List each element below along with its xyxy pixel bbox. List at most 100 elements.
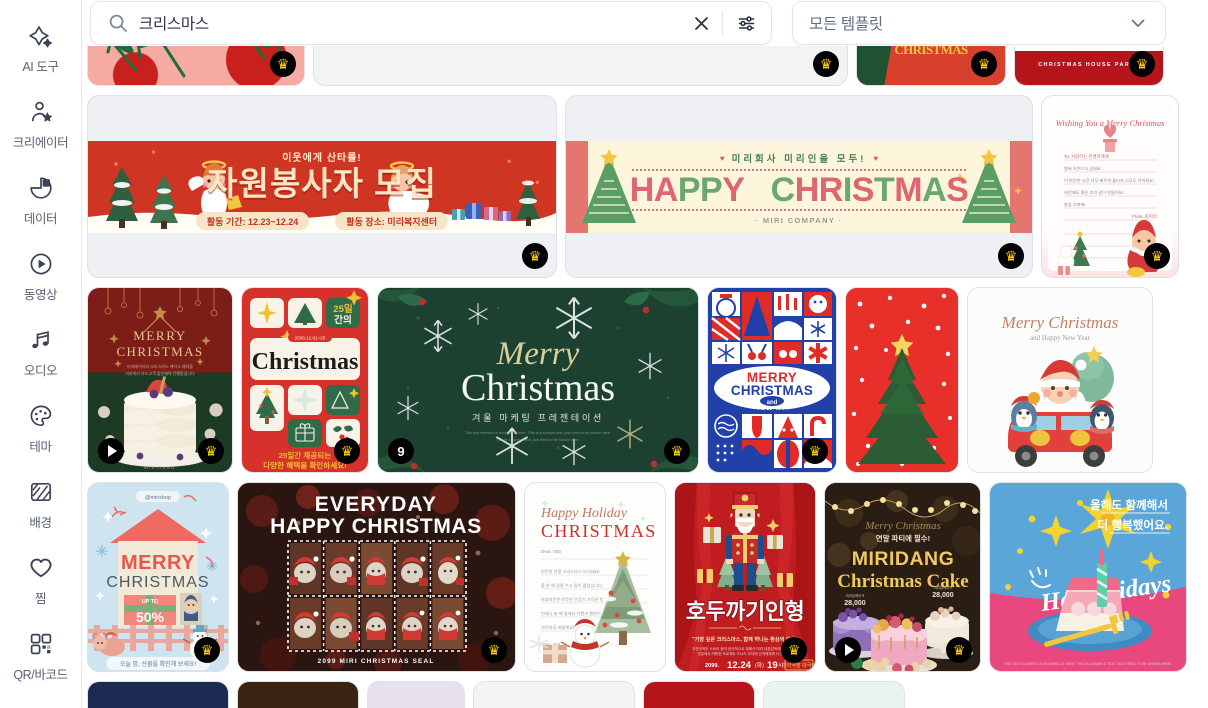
- premium-crown-badge: ♛: [813, 51, 839, 77]
- row-cards-main: MERRY CHRISTMAS 미리베이커리 크리스마스 케이크 예약을 미리미…: [88, 288, 1182, 472]
- card-happy-holidays-cake[interactable]: 올해도 함께해서 더 행복했어요. Happy Holi: [990, 483, 1186, 671]
- search-box[interactable]: [90, 1, 772, 45]
- card-geometric-blue-red[interactable]: MERRY CHRISTMAS and HAPPY NEW YEAR ♛: [708, 288, 836, 472]
- sliders-filter-icon[interactable]: [733, 10, 759, 36]
- crown-icon: ♛: [787, 642, 801, 658]
- premium-crown-badge: ♛: [522, 243, 548, 269]
- svg-text:UP TO: UP TO: [142, 599, 158, 605]
- svg-text:연말에서 따뜻한 프로젝트 드나드 무대에 관객해에게 다가: 연말에서 따뜻한 프로젝트 드나드 무대에 관객해에게 다가갑니다: [697, 651, 793, 656]
- premium-crown-badge: ♛: [194, 637, 220, 663]
- sidebar-item-label: 오디오: [23, 364, 58, 378]
- card-everyday-happy-christmas[interactable]: EVERYDAY HAPPY CHRISTMAS 2099 MIRI CHRIS…: [238, 483, 515, 671]
- svg-text:2099 MIRI CHRISTMAS SEAL: 2099 MIRI CHRISTMAS SEAL: [318, 658, 435, 665]
- card-pink-floral-partial[interactable]: ♛: [88, 46, 304, 85]
- card-peek-6[interactable]: [764, 682, 904, 708]
- card-eyebrow: 미리회사 미리인을 모두!: [731, 154, 867, 165]
- premium-crown-badge: ♛: [971, 51, 997, 77]
- card-house-party-partial[interactable]: 따뜻한 겨울밤 CHRISTMAS HOUSE PARTY ♛: [1015, 46, 1163, 85]
- crown-icon: ♛: [977, 56, 991, 72]
- svg-text:28,000: 28,000: [844, 600, 866, 607]
- svg-text:50%: 50%: [136, 609, 165, 625]
- svg-text:@mirishop: @mirishop: [145, 495, 171, 501]
- premium-crown-badge: ♛: [1144, 243, 1170, 269]
- sidebar-item-video[interactable]: 동영상: [2, 244, 80, 307]
- card-peek-1[interactable]: [88, 682, 228, 708]
- page-count-badge: 9: [388, 438, 414, 464]
- svg-text:Merry Christmas: Merry Christmas: [864, 520, 940, 532]
- card-nutcracker[interactable]: 호두까기인형 "가장 깊은 크리스마스, 함께 하나는 환상의 무대" 고전극적…: [675, 483, 815, 671]
- sidebar-item-creator[interactable]: 크리에이터: [2, 92, 80, 155]
- svg-text:From. 김미리: From. 김미리: [1132, 213, 1157, 220]
- svg-text:2099.: 2099.: [705, 663, 719, 669]
- crown-icon: ♛: [1135, 56, 1149, 72]
- sidebar-item-qr-barcode[interactable]: QR/바코드: [2, 624, 80, 687]
- svg-text:미리극장 대극장: 미리극장 대극장: [782, 662, 815, 669]
- video-play-icon: [26, 249, 56, 279]
- crown-icon: ♛: [1150, 248, 1164, 264]
- svg-text:HAPPY CHRISTMAS: HAPPY CHRISTMAS: [270, 515, 482, 538]
- crown-icon: ♛: [340, 443, 354, 459]
- svg-text:미리당케이크: 미리당케이크: [846, 593, 865, 598]
- svg-text:이 따뜻한 시간 너무 빠르게 흘러가 너무도 아쉬워요.: 이 따뜻한 시간 너무 빠르게 흘러가 너무도 아쉬워요.: [1064, 177, 1154, 184]
- card-red-tree[interactable]: [846, 288, 958, 472]
- card-happy-holiday-letter[interactable]: Happy Holiday CHRISTMAS Dear. 000 따뜻한 연말…: [525, 483, 665, 671]
- play-icon: [844, 644, 854, 656]
- card-we-wish-you-partial[interactable]: WE WISH YOU A MERRY CHRISTMAS ♛: [857, 46, 1005, 85]
- sidebar-item-background[interactable]: 배경: [2, 472, 80, 535]
- sidebar-item-ai-tools[interactable]: AI 도구: [2, 16, 80, 79]
- card-volunteer-banner[interactable]: 이웃에게 산타를! 자원봉사자 모집 활동 기간: 12.23~12.24 활동…: [88, 96, 556, 277]
- card-santa-car[interactable]: Merry Christmas and Happy New Year: [968, 288, 1152, 472]
- sidebar-item-data[interactable]: 데이터: [2, 168, 80, 231]
- main-content: 모든 템플릿: [82, 0, 1208, 708]
- svg-text:CHRISTMAS: CHRISTMAS: [541, 521, 657, 541]
- app-root: AI 도구 크리에이터 데이터 동영상 오디오 테마 배경 찜 QR/바코드 크…: [0, 0, 1208, 708]
- svg-text:CHRISTMAS: CHRISTMAS: [116, 344, 203, 359]
- close-icon[interactable]: [688, 10, 714, 36]
- premium-crown-badge: ♛: [998, 243, 1024, 269]
- card-peek-5[interactable]: [644, 682, 754, 708]
- card-peek-2[interactable]: [238, 682, 358, 708]
- card-merry-christmas-green[interactable]: Merry Christmas 겨울 마케팅 프레젠테이션 This text …: [378, 288, 698, 472]
- search-input[interactable]: [129, 14, 688, 32]
- sidebar-item-theme[interactable]: 테마: [2, 396, 80, 459]
- svg-text:항상 고마워!: 항상 고마워!: [1064, 201, 1086, 208]
- card-peek-4[interactable]: [474, 682, 634, 708]
- svg-text:간의: 간의: [334, 314, 352, 326]
- svg-text:따뜻한 연말 크리스마스 보내세요!: 따뜻한 연말 크리스마스 보내세요!: [541, 568, 600, 575]
- card-christmas-grid-red[interactable]: 25일 간의 2099.12.01~25 Christmas 25일간 제공되는…: [242, 288, 368, 472]
- svg-text:To. 사랑하는 민경이에게: To. 사랑하는 민경이에게: [1064, 153, 1109, 160]
- premium-crown-badge: ♛: [802, 438, 828, 464]
- crown-icon: ♛: [200, 642, 214, 658]
- template-grid-scroll[interactable]: ♛ ♛ WE WISH YOU A MERR: [82, 46, 1208, 708]
- card-merry-christmas-house[interactable]: @mirishop MERRY CHRISTMAS UP TO 50% 오늘 밤…: [88, 483, 228, 671]
- creator-icon: [26, 97, 56, 127]
- card-peek-3[interactable]: [368, 682, 464, 708]
- sidebar-item-label: AI 도구: [22, 60, 59, 74]
- svg-text:This is a sample text, just ne: This is a sample text, just need to be s…: [496, 438, 579, 442]
- premium-crown-badge: ♛: [481, 637, 507, 663]
- premium-crown-badge: ♛: [334, 438, 360, 464]
- sidebar-item-label: 데이터: [23, 212, 58, 226]
- card-blank-wide-partial[interactable]: ♛: [314, 46, 847, 85]
- svg-text:MIRIDANG: MIRIDANG: [144, 465, 175, 470]
- template-filter-dropdown[interactable]: 모든 템플릿: [792, 1, 1166, 45]
- card-chip-period: 활동 기간: 12.23~12.24: [195, 212, 310, 230]
- svg-text:Merry Christmas: Merry Christmas: [1001, 313, 1119, 332]
- svg-text:THIS TEXT ELEMENT IS SHOWING A: THIS TEXT ELEMENT IS SHOWING AT HERE. TH…: [1004, 662, 1172, 666]
- svg-text:19: 19: [767, 660, 778, 671]
- svg-text:다양한 혜택을 확인하세요!: 다양한 혜택을 확인하세요!: [263, 460, 347, 470]
- data-chart-icon: [26, 173, 56, 203]
- sidebar-item-favorites[interactable]: 찜: [2, 548, 80, 611]
- svg-text:EVERYDAY: EVERYDAY: [315, 493, 437, 516]
- crown-icon: ♛: [808, 443, 822, 459]
- svg-text:MIRIDANG: MIRIDANG: [852, 548, 955, 570]
- card-merry-christmas-cake[interactable]: MERRY CHRISTMAS 미리베이커리 크리스마스 케이크 예약을 미리미…: [88, 288, 232, 472]
- card-miridang-cake[interactable]: Merry Christmas 연말 파티에 필수! MIRIDANG Chri…: [825, 483, 980, 671]
- palette-icon: [26, 401, 56, 431]
- crown-icon: ♛: [487, 642, 501, 658]
- sidebar-item-audio[interactable]: 오디오: [2, 320, 80, 383]
- card-happy-christmas-banner[interactable]: ♥ 미리회사 미리인을 모두! ♥ HAPPY CHRISTMAS · MIRI…: [566, 96, 1032, 277]
- row-partial-top: ♛ ♛ WE WISH YOU A MERR: [88, 46, 1182, 85]
- svg-text:Wishing You a Merry Christmas: Wishing You a Merry Christmas: [1056, 118, 1165, 128]
- card-christmas-letter[interactable]: Wishing You a Merry Christmas To. 사랑하는 민…: [1042, 96, 1178, 277]
